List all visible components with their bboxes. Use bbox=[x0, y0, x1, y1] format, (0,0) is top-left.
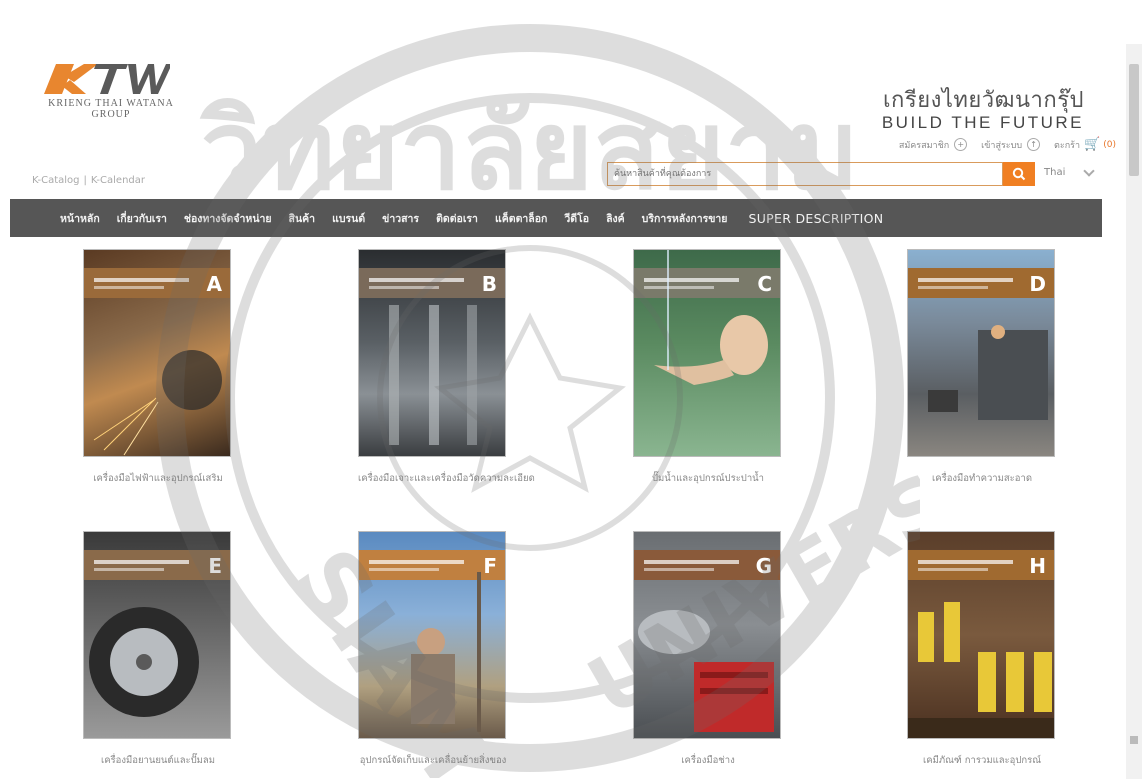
nav-brands[interactable]: แบรนด์ bbox=[332, 210, 365, 227]
cart-icon: 🛒 bbox=[1084, 137, 1101, 152]
brand-slogan: เกรียงไทยวัฒนากรุ๊ป BUILD THE FUTURE bbox=[882, 88, 1084, 134]
nav-contact[interactable]: ติดต่อเรา bbox=[436, 210, 478, 227]
pressure-washer-truck-image bbox=[928, 325, 1048, 420]
language-select[interactable]: Thai bbox=[1044, 164, 1096, 178]
kcalendar-link[interactable]: K-Calendar bbox=[91, 175, 145, 186]
nav-super-description[interactable]: SUPER DESCRIPTION bbox=[748, 211, 883, 226]
car-wheel-image bbox=[89, 607, 199, 717]
kcatalog-links: K-Catalog | K-Calendar bbox=[32, 175, 145, 186]
cart-count: (0) bbox=[1103, 139, 1116, 150]
nav-links[interactable]: ลิงค์ bbox=[606, 210, 625, 227]
login-link[interactable]: เข้าสู่ระบบ ↑ bbox=[981, 138, 1041, 152]
mechanic-toolbox-image bbox=[638, 610, 774, 732]
drill-bits-image bbox=[389, 305, 477, 445]
login-label: เข้าสู่ระบบ bbox=[981, 140, 1023, 151]
catalog-caption[interactable]: เครื่องมือไฟฟ้าและอุปกรณ์เสริม bbox=[83, 471, 233, 486]
university-seal-watermark: วิทยาลัยสยาม SIAM UNIVERSITY bbox=[156, 24, 920, 778]
catalog-cover-f[interactable]: F bbox=[358, 531, 506, 739]
catalog-card-d[interactable]: D เครื่องมือทำความสะอาด bbox=[907, 249, 1057, 486]
kcatalog-link[interactable]: K-Catalog bbox=[32, 175, 80, 186]
catalog-card-h[interactable]: H เคมีภัณฑ์ การวมและอุปกรณ์ bbox=[907, 531, 1057, 768]
catalog-cover-d[interactable]: D bbox=[907, 249, 1055, 457]
nav-video[interactable]: วีดีโอ bbox=[564, 210, 589, 227]
catalog-cover-b[interactable]: B bbox=[358, 249, 506, 457]
logo-text: KRIENG THAI WATANA GROUP bbox=[26, 98, 196, 120]
logo-company-name: KRIENG THAI WATANA bbox=[48, 98, 174, 109]
user-links: สมัครสมาชิก + เข้าสู่ระบบ ↑ ตะกร้า 🛒 (0) bbox=[885, 137, 1116, 152]
cart-link[interactable]: ตะกร้า 🛒 (0) bbox=[1054, 137, 1116, 152]
catalog-card-c[interactable]: C ปั๊มน้ำและอุปกรณ์ประปาน้ำ bbox=[633, 249, 783, 486]
ktw-logo-mark-icon bbox=[44, 64, 170, 94]
catalog-card-e[interactable]: E เครื่องมือยานยนต์และปั๊มลม bbox=[83, 531, 233, 768]
ktw-logo[interactable]: KRIENG THAI WATANA GROUP bbox=[26, 62, 186, 122]
register-label: สมัครสมาชิก bbox=[898, 140, 950, 151]
nav-home[interactable]: หน้าหลัก bbox=[60, 210, 100, 227]
register-link[interactable]: สมัครสมาชิก + bbox=[898, 138, 968, 152]
search-bar bbox=[607, 162, 1035, 186]
search-input[interactable] bbox=[607, 162, 1003, 186]
brand-name-thai: เกรียงไทยวัฒนากรุ๊ป bbox=[883, 87, 1084, 112]
scroll-down-arrow-icon[interactable] bbox=[1130, 736, 1138, 744]
main-nav: หน้าหลัก เกี่ยวกับเรา ช่องทางจัดจำหน่าย … bbox=[10, 199, 1102, 237]
catalog-card-b[interactable]: B เครื่องมือเจาะและเครื่องมือวัดความละเอ… bbox=[358, 249, 535, 486]
catalog-cover-g[interactable]: G bbox=[633, 531, 781, 739]
catalog-card-a[interactable]: A เครื่องมือไฟฟ้าและอุปกรณ์เสริม bbox=[83, 249, 233, 486]
watermark-top-text: วิทยาลัยสยาม bbox=[200, 86, 859, 214]
scrollbar-thumb[interactable] bbox=[1129, 64, 1139, 176]
catalog-card-g[interactable]: G เครื่องมือช่าง bbox=[633, 531, 783, 768]
logo-group-label: GROUP bbox=[91, 109, 131, 120]
catalog-caption[interactable]: เครื่องมือเจาะและเครื่องมือวัดความละเอีย… bbox=[358, 471, 535, 486]
search-button[interactable] bbox=[1003, 162, 1035, 186]
catalog-caption[interactable]: เครื่องมือยานยนต์และปั๊มลม bbox=[83, 753, 233, 768]
catalog-caption[interactable]: เคมีภัณฑ์ การวมและอุปกรณ์ bbox=[907, 753, 1057, 768]
login-icon: ↑ bbox=[1027, 138, 1041, 151]
page-scrollbar[interactable] bbox=[1126, 44, 1142, 779]
worker-chain-image bbox=[411, 572, 481, 732]
nav-news[interactable]: ข่าวสาร bbox=[382, 210, 419, 227]
search-icon bbox=[1012, 167, 1026, 181]
nav-about[interactable]: เกี่ยวกับเรา bbox=[117, 210, 167, 227]
catalog-caption[interactable]: ปั๊มน้ำและอุปกรณ์ประปาน้ำ bbox=[633, 471, 783, 486]
catalog-cover-e[interactable]: E bbox=[83, 531, 231, 739]
catalog-card-f[interactable]: F อุปกรณ์จัดเก็บและเคลื่อนย้ายสิ่งของ bbox=[358, 531, 508, 768]
brand-tagline: BUILD THE FUTURE bbox=[881, 113, 1084, 132]
page: KRIENG THAI WATANA GROUP เกรียงไทยวัฒนาก… bbox=[0, 0, 1142, 779]
cart-label: ตะกร้า bbox=[1054, 140, 1081, 151]
user-plus-icon: + bbox=[954, 138, 968, 151]
catalog-cover-h[interactable]: H bbox=[907, 531, 1055, 739]
nav-catalog[interactable]: แค็ตตาล็อก bbox=[495, 210, 547, 227]
nav-products[interactable]: สินค้า bbox=[289, 210, 316, 227]
catalog-cover-c[interactable]: C bbox=[633, 249, 781, 457]
language-value: Thai bbox=[1044, 167, 1066, 178]
kcatalog-separator: | bbox=[83, 175, 87, 186]
nav-distribution[interactable]: ช่องทางจัดจำหน่าย bbox=[184, 210, 272, 227]
catalog-caption[interactable]: เครื่องมือช่าง bbox=[633, 753, 783, 768]
catalog-caption[interactable]: เครื่องมือทำความสะอาด bbox=[907, 471, 1057, 486]
woman-drinking-water-image bbox=[654, 250, 768, 385]
spray-cans-image bbox=[908, 602, 1054, 738]
catalog-cover-a[interactable]: A bbox=[83, 249, 231, 457]
catalog-caption[interactable]: อุปกรณ์จัดเก็บและเคลื่อนย้ายสิ่งของ bbox=[358, 753, 508, 768]
chevron-down-icon bbox=[1083, 164, 1096, 177]
nav-after-sales[interactable]: บริการหลังการขาย bbox=[642, 210, 728, 227]
grinder-sparks-image bbox=[93, 350, 222, 456]
